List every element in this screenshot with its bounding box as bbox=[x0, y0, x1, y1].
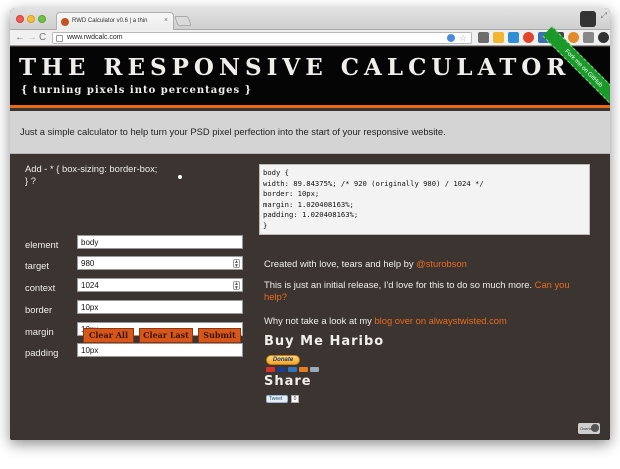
release-text: This is just an initial release, I'd lov… bbox=[264, 279, 535, 290]
site-subtitle: { turning pixels into percentages } bbox=[21, 85, 253, 96]
submit-button[interactable]: Submit bbox=[198, 328, 241, 343]
donate-button[interactable]: Donate bbox=[266, 355, 300, 365]
reload-button[interactable]: C bbox=[39, 32, 46, 44]
box-sizing-toggle[interactable] bbox=[178, 175, 182, 179]
css-output[interactable]: body { width: 89.84375%; /* 920 (origina… bbox=[259, 164, 590, 235]
field-label: element bbox=[25, 239, 59, 250]
padding-input[interactable]: 10px bbox=[77, 343, 243, 357]
field-label: target bbox=[25, 260, 49, 271]
payment-cards bbox=[266, 367, 319, 372]
profile-avatar[interactable] bbox=[580, 11, 596, 27]
overlay-icon bbox=[591, 424, 599, 432]
field-label: margin bbox=[25, 326, 54, 337]
zoom-window-button[interactable] bbox=[38, 15, 46, 23]
release-note: This is just an initial release, I'd lov… bbox=[264, 279, 594, 303]
back-button[interactable]: ← bbox=[15, 32, 25, 44]
extension-icon[interactable] bbox=[523, 32, 534, 43]
favicon-icon bbox=[61, 18, 69, 26]
field-row-border: border 10px bbox=[25, 300, 243, 315]
intro-banner: Just a simple calculator to help turn yo… bbox=[10, 111, 610, 154]
intro-text: Just a simple calculator to help turn yo… bbox=[20, 126, 446, 137]
browser-tab[interactable]: RWD Calculator v0.6 | a thin × bbox=[56, 12, 174, 30]
tweet-count: 0 bbox=[291, 395, 299, 403]
site-header: THE RESPONSIVE CALCULATOR { turning pixe… bbox=[10, 26, 610, 110]
close-window-button[interactable] bbox=[16, 15, 24, 23]
element-input[interactable]: body bbox=[77, 235, 243, 249]
field-row-element: element body bbox=[25, 235, 243, 250]
field-label: context bbox=[25, 282, 56, 293]
extension-icon[interactable] bbox=[598, 32, 609, 43]
field-label: border bbox=[25, 304, 53, 315]
blog-link[interactable]: blog over on alwaystwisted.com bbox=[374, 315, 506, 326]
tweet-button[interactable]: Tweet bbox=[266, 395, 288, 403]
extension-icon[interactable] bbox=[447, 34, 455, 42]
field-row-padding: padding 10px bbox=[25, 343, 243, 358]
spinner-icon[interactable]: ▲ ▼ bbox=[233, 281, 240, 291]
blog-line: Why not take a look at my blog over on a… bbox=[264, 315, 507, 326]
css-line: margin: 1.020408163%; bbox=[263, 199, 354, 209]
context-input[interactable]: 1024 ▲ ▼ bbox=[77, 278, 243, 292]
tab-title: RWD Calculator v0.6 | a thin bbox=[72, 18, 148, 24]
address-bar[interactable]: www.rwdcalc.com ☆ bbox=[52, 32, 472, 44]
spinner-icon[interactable]: ▲ ▼ bbox=[233, 259, 240, 269]
calculator-form: Add - * { box-sizing: border-box; } ? bbox=[10, 155, 250, 440]
bookmark-star-icon[interactable]: ☆ bbox=[459, 33, 467, 44]
css-line: body { bbox=[263, 168, 289, 177]
overlay-badge[interactable]: Overlay bbox=[578, 423, 600, 434]
amex-icon bbox=[288, 367, 297, 372]
css-line: width: 89.84375%; /* 920 (originally 980… bbox=[263, 178, 484, 188]
target-value: 980 bbox=[81, 259, 95, 268]
tab-strip: RWD Calculator v0.6 | a thin × ⤢ bbox=[10, 8, 610, 30]
browser-toolbar: ← → C www.rwdcalc.com ☆ bbox=[10, 30, 610, 46]
extension-icon[interactable] bbox=[493, 32, 504, 43]
fullscreen-icon[interactable]: ⤢ bbox=[601, 11, 607, 21]
credits-line: Created with love, tears and help by @st… bbox=[264, 258, 467, 269]
field-label: padding bbox=[25, 347, 59, 358]
new-tab-button[interactable] bbox=[174, 16, 192, 26]
close-tab-icon[interactable]: × bbox=[164, 17, 168, 24]
field-row-context: context 1024 ▲ ▼ bbox=[25, 278, 243, 293]
haribo-heading: Buy Me Haribo bbox=[264, 334, 385, 349]
css-line: padding: 1.020408163%; bbox=[263, 210, 359, 219]
context-value: 1024 bbox=[81, 281, 99, 290]
url-text: www.rwdcalc.com bbox=[67, 34, 123, 41]
box-sizing-prompt: Add - * { box-sizing: border-box; } ? bbox=[25, 163, 158, 186]
extension-icon[interactable] bbox=[478, 32, 489, 43]
extension-icon[interactable] bbox=[508, 32, 519, 43]
credits-text: Created with love, tears and help by bbox=[264, 258, 417, 269]
mastercard-icon bbox=[266, 367, 275, 372]
field-row-target: target 980 ▲ ▼ bbox=[25, 256, 243, 271]
css-line: } bbox=[263, 220, 268, 230]
browser-window: RWD Calculator v0.6 | a thin × ⤢ ← → C w… bbox=[10, 8, 610, 440]
css-line: border: 10px; bbox=[263, 189, 320, 198]
forward-button[interactable]: → bbox=[27, 32, 37, 44]
blog-text: Why not take a look at my bbox=[264, 315, 375, 326]
author-link[interactable]: @sturobson bbox=[416, 258, 467, 269]
border-input[interactable]: 10px bbox=[77, 300, 243, 314]
minimize-window-button[interactable] bbox=[27, 15, 35, 23]
visa-icon bbox=[277, 367, 286, 372]
extension-icon[interactable] bbox=[583, 32, 594, 43]
extension-icon[interactable] bbox=[568, 32, 579, 43]
page-icon bbox=[56, 35, 63, 42]
page-content: THE RESPONSIVE CALCULATOR { turning pixe… bbox=[10, 26, 610, 440]
target-input[interactable]: 980 ▲ ▼ bbox=[77, 256, 243, 270]
share-heading: Share bbox=[264, 374, 312, 389]
bank-icon bbox=[310, 367, 319, 372]
clear-all-button[interactable]: Clear All bbox=[83, 328, 134, 343]
clear-last-button[interactable]: Clear Last bbox=[139, 328, 193, 343]
site-title: THE RESPONSIVE CALCULATOR bbox=[19, 54, 571, 81]
discover-icon bbox=[299, 367, 308, 372]
